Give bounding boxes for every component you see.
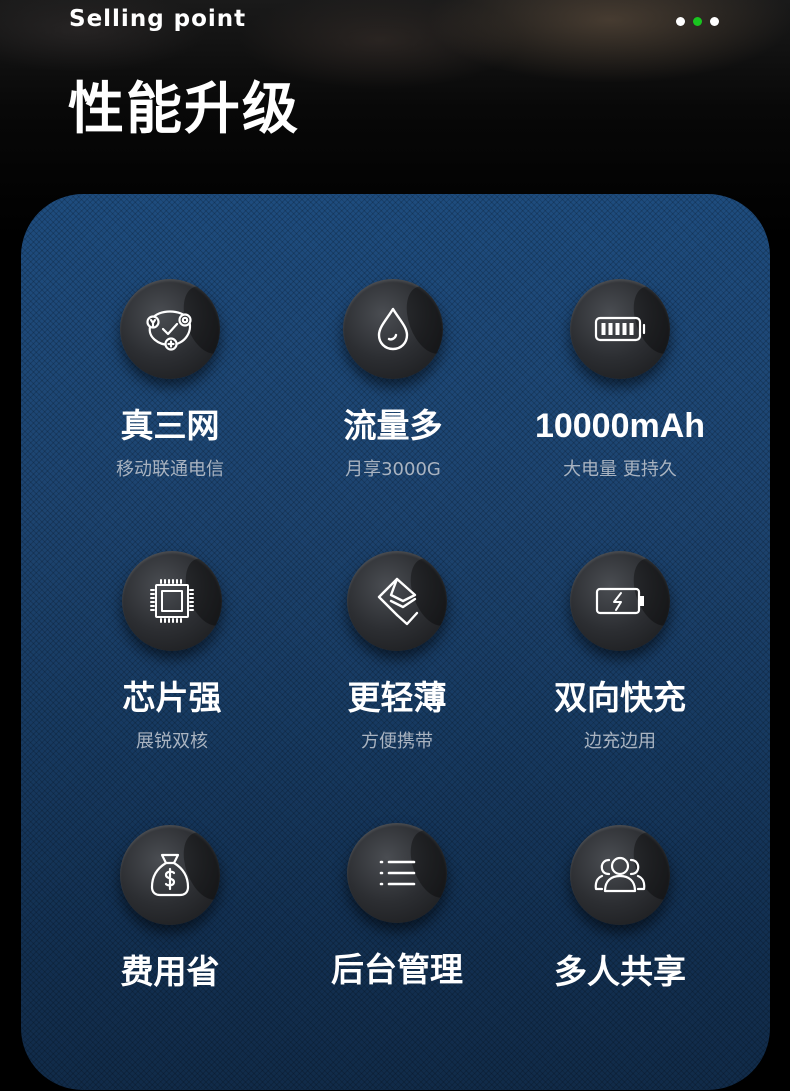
feature-item-share: 多人共享 (505, 825, 735, 1055)
charging-battery-icon (595, 587, 644, 615)
pagination-dots (676, 17, 719, 26)
feature-subtitle: 移动联通电信 (116, 459, 224, 480)
chip-icon (150, 579, 194, 623)
thin-icon-circle (347, 551, 447, 651)
pagination-dot-active (693, 17, 702, 26)
cost-icon-circle (120, 825, 220, 925)
feature-subtitle: 大电量 更持久 (563, 459, 677, 480)
feature-title: 费用省 (120, 952, 220, 991)
chip-icon-circle (122, 551, 222, 651)
users-icon (594, 856, 646, 893)
feature-subtitle: 展锐双核 (136, 731, 208, 752)
feature-item-admin: 后台管理 (282, 823, 512, 1053)
pagination-dot (676, 17, 685, 26)
feature-item-fast-charge: 双向快充 边充边用 (505, 551, 735, 781)
feature-subtitle: 边充边用 (584, 731, 656, 752)
network-check-icon (146, 310, 192, 351)
feature-item-thin: 更轻薄 方便携带 (282, 551, 512, 781)
page-title: 性能升级 (68, 77, 300, 142)
feature-title: 芯片强 (122, 678, 222, 717)
feature-title: 双向快充 (554, 678, 686, 717)
feature-item-cost: 费用省 (55, 825, 285, 1055)
feature-title: 10000mAh (534, 407, 706, 445)
feature-title: 多人共享 (554, 952, 686, 991)
battery-icon (594, 316, 646, 342)
list-icon (379, 860, 416, 886)
feature-subtitle: 月享3000G (345, 459, 441, 480)
share-icon-circle (570, 825, 670, 925)
feature-item-battery: 10000mAh 大电量 更持久 (505, 279, 735, 509)
data-icon-circle (343, 279, 443, 379)
water-drop-icon (377, 307, 409, 351)
network-icon-circle (120, 279, 220, 379)
battery-icon-circle (570, 279, 670, 379)
feature-item-data: 流量多 月享3000G (278, 279, 508, 509)
pagination-dot (710, 17, 719, 26)
feature-subtitle: 方便携带 (361, 731, 433, 752)
layers-icon (377, 577, 419, 626)
feature-title: 流量多 (343, 406, 443, 445)
feature-title: 后台管理 (331, 950, 463, 989)
feature-title: 真三网 (120, 406, 220, 445)
feature-item-chip: 芯片强 展锐双核 (57, 551, 287, 781)
admin-icon-circle (347, 823, 447, 923)
feature-panel: 真三网 移动联通电信 流量多 月享3000G 10000mAh 大电量 更持久 … (21, 194, 770, 1090)
eyebrow-text: Selling point (69, 6, 247, 32)
money-bag-icon (150, 853, 190, 897)
charge-icon-circle (570, 551, 670, 651)
feature-item-network: 真三网 移动联通电信 (55, 279, 285, 509)
feature-title: 更轻薄 (347, 678, 447, 717)
